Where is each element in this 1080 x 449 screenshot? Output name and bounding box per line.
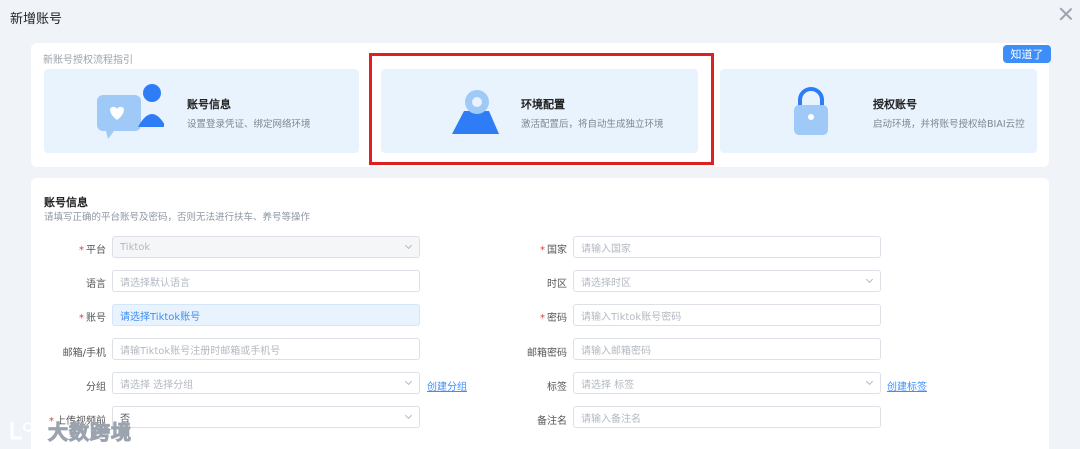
group-label: 分组 (86, 382, 106, 393)
email-password-input[interactable]: 请输入邮箱密码 (573, 338, 881, 360)
chevron-down-icon (865, 377, 874, 386)
highlight-box (369, 53, 714, 165)
remark-label: 备注名 (537, 416, 567, 427)
required-mark: * (79, 245, 84, 256)
password-label: * 密码 (540, 313, 567, 324)
guide-title: 新账号授权流程指引 (43, 55, 133, 66)
country-label: * 国家 (540, 245, 567, 256)
required-mark: * (79, 313, 84, 324)
step-title: 授权账号 (873, 98, 917, 111)
create-tag-link[interactable]: 创建标签 (887, 378, 927, 393)
account-label: * 账号 (79, 313, 106, 324)
tags-select[interactable]: 请选择 标签 (573, 372, 881, 394)
email-password-label: 邮箱密码 (527, 348, 567, 359)
step-desc: 启动环境，并将账号授权给BIAI云控 (873, 119, 1025, 130)
country-input[interactable]: 请输入国家 (573, 236, 881, 258)
step-desc: 设置登录凭证、绑定网络环境 (187, 119, 311, 130)
timezone-select[interactable]: 请选择时区 (573, 270, 881, 292)
user-chat-icon (97, 84, 164, 139)
password-input[interactable]: 请输入Tiktok账号密码 (573, 304, 881, 326)
account-form: 账号信息 请填写正确的平台账号及密码，否则无法进行扶车、养号等操作 * 平台 Ti… (31, 178, 1049, 449)
platform-select: Tiktok (112, 236, 420, 258)
step-title: 账号信息 (187, 98, 231, 111)
know-button[interactable]: 知道了 (1003, 45, 1051, 63)
platform-label: * 平台 (79, 245, 106, 256)
watermark-text: 大数跨境 (48, 419, 132, 444)
email-input[interactable]: 请输Tiktok账号注册时邮箱或手机号 (112, 338, 420, 360)
watermark: 大数跨境 (8, 415, 148, 445)
chevron-down-icon (404, 411, 413, 420)
chevron-down-icon (404, 241, 413, 250)
form-subtitle: 请填写正确的平台账号及密码，否则无法进行扶车、养号等操作 (44, 212, 311, 223)
group-select[interactable]: 请选择 选择分组 (112, 372, 420, 394)
account-input[interactable]: 请选择Tiktok账号 (112, 304, 420, 326)
timezone-label: 时区 (547, 279, 567, 290)
close-icon[interactable] (1058, 6, 1074, 22)
step-authorize: 授权账号 启动环境，并将账号授权给BIAI云控 (720, 69, 1037, 153)
required-mark: * (540, 245, 545, 256)
lock-icon (794, 87, 828, 135)
create-group-link[interactable]: 创建分组 (427, 378, 467, 393)
upload-select[interactable]: 否 (112, 406, 420, 428)
step-account-info: 账号信息 设置登录凭证、绑定网络环境 (44, 69, 359, 153)
language-label: 语言 (86, 279, 106, 290)
tags-label: 标签 (547, 382, 567, 393)
required-mark: * (540, 313, 545, 324)
language-select[interactable]: 请选择默认语言 (112, 270, 420, 292)
chevron-down-icon (865, 275, 874, 284)
chevron-down-icon (404, 377, 413, 386)
email-label: 邮箱/手机 (62, 348, 106, 359)
watermark-logo-icon (10, 422, 43, 440)
dialog-title: 新增账号 (10, 12, 63, 27)
remark-input[interactable]: 请输入备注名 (573, 406, 881, 428)
form-title: 账号信息 (44, 196, 88, 209)
